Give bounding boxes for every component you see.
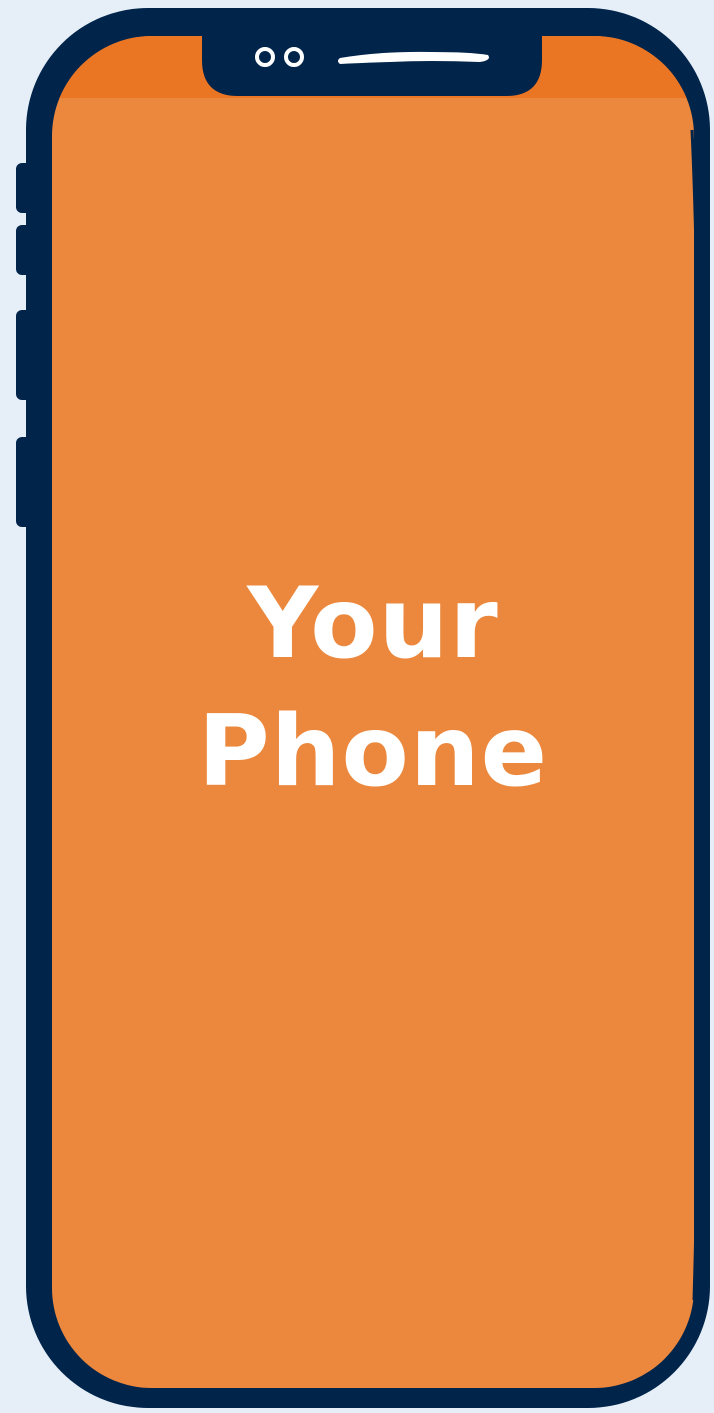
screen-label: Your Phone: [52, 560, 694, 816]
phone-notch: [202, 30, 542, 96]
phone-mockup: Your Phone: [0, 0, 714, 1413]
screen-label-line-2: Phone: [197, 695, 549, 809]
screen-label-line-1: Your: [247, 567, 499, 681]
